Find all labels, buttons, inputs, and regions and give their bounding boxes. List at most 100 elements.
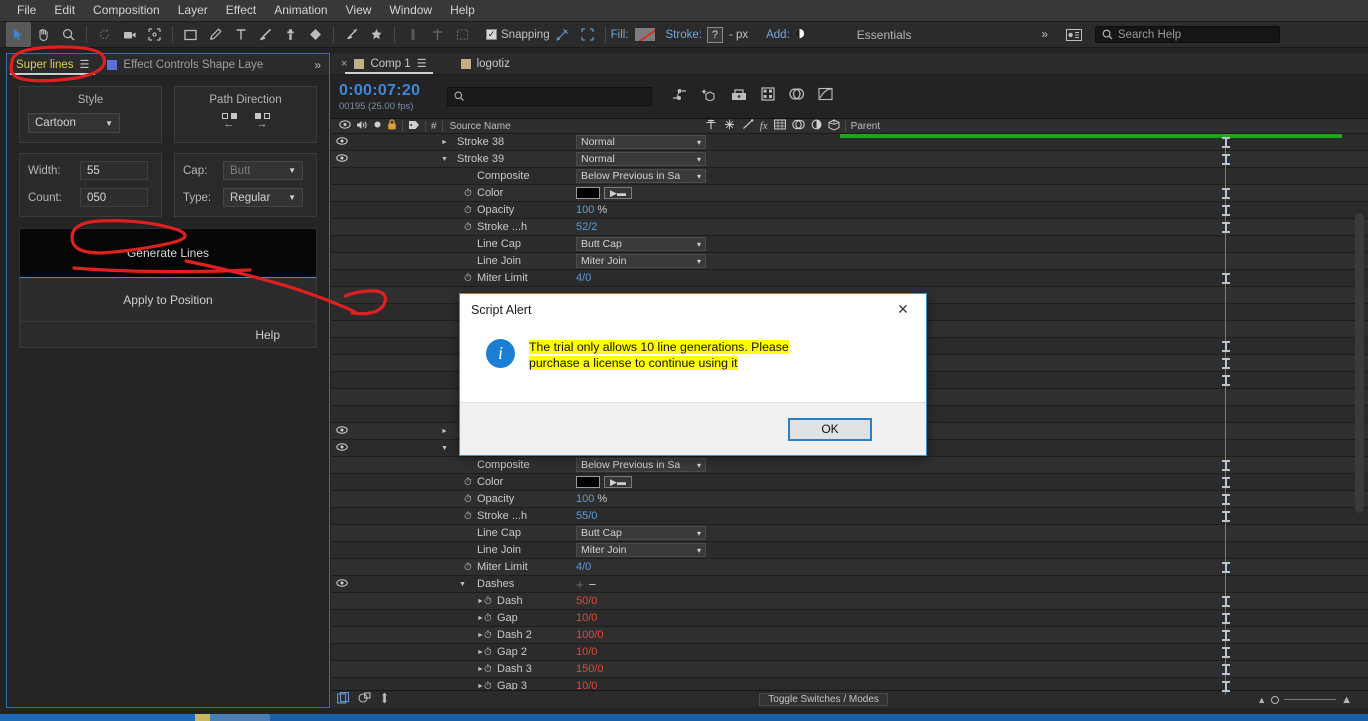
keyframe-marker[interactable]	[1222, 647, 1230, 658]
pen-tool-icon[interactable]	[203, 22, 228, 47]
apply-to-position-button[interactable]: Apply to Position	[19, 278, 317, 322]
stroke-swatch[interactable]: ?	[706, 26, 723, 43]
menu-item-window[interactable]: Window	[380, 0, 441, 21]
keyframe-marker[interactable]	[1222, 375, 1230, 386]
row-value[interactable]: 100 %	[576, 493, 607, 505]
dashes-add-remove[interactable]: + −	[576, 577, 596, 592]
generate-lines-button[interactable]: Generate Lines	[19, 228, 317, 278]
lock-column-icon[interactable]	[387, 119, 397, 133]
table-row[interactable]: Composite Below Previous in Sa ▾	[331, 168, 1368, 185]
tab-comp-1[interactable]: × Comp 1 ☰	[331, 53, 437, 74]
table-row[interactable]: ⏱ Stroke ...h 52/2	[331, 219, 1368, 236]
3d-renderer-icon[interactable]	[731, 88, 747, 106]
keyframe-marker[interactable]	[1222, 477, 1230, 488]
menu-item-edit[interactable]: Edit	[45, 0, 84, 21]
snapping-toggle[interactable]: ✓ Snapping	[486, 29, 550, 41]
keyframe-marker[interactable]	[1222, 511, 1230, 522]
twirl-right-icon[interactable]: ►	[477, 615, 484, 622]
draft-3d-icon[interactable]	[358, 691, 371, 709]
row-color-control[interactable]: ▶▬	[576, 476, 632, 488]
eyedropper-icon[interactable]: ▶▬	[604, 187, 632, 199]
keyframe-marker[interactable]	[1222, 205, 1230, 216]
visibility-toggle[interactable]	[335, 426, 348, 436]
table-row[interactable]: ► ⏱ Gap 10/0	[331, 610, 1368, 627]
table-row[interactable]: ► ⏱ Gap 2 10/0	[331, 644, 1368, 661]
visibility-column-icon[interactable]	[339, 120, 351, 132]
tab-logotiz[interactable]: logotiz	[451, 53, 520, 74]
timeline-search-input[interactable]	[447, 87, 652, 106]
twirl-down-icon[interactable]: ▼	[441, 156, 448, 163]
stopwatch-icon[interactable]: ⏱	[464, 222, 472, 233]
keyframe-marker[interactable]	[1222, 681, 1230, 692]
camera-tool-icon[interactable]	[117, 22, 142, 47]
menu-item-layer[interactable]: Layer	[169, 0, 217, 21]
row-value[interactable]: 4/0	[576, 272, 591, 284]
tab-effect-controls[interactable]: Effect Controls Shape Laye	[98, 54, 272, 75]
color-swatch[interactable]	[576, 187, 600, 199]
solo-column-icon[interactable]	[373, 120, 382, 132]
row-value[interactable]: 52/2	[576, 221, 597, 233]
timeline-zoom-slider[interactable]: ▲ ▲	[1257, 694, 1352, 706]
menu-item-view[interactable]: View	[337, 0, 381, 21]
graph-curve-icon[interactable]	[818, 87, 833, 106]
layers-icon[interactable]	[789, 87, 805, 106]
twirl-right-icon[interactable]: ►	[477, 666, 484, 673]
table-row[interactable]: ⏱ Color ▶▬	[331, 185, 1368, 202]
path-direction-right-button[interactable]: →	[254, 113, 270, 130]
count-input[interactable]: 050	[80, 188, 148, 207]
fill-swatch[interactable]	[633, 27, 656, 42]
keyframe-marker[interactable]	[1222, 630, 1230, 641]
row-color-control[interactable]: ▶▬	[576, 187, 632, 199]
toggle-switches-modes-button[interactable]: Toggle Switches / Modes	[759, 693, 888, 706]
stopwatch-icon[interactable]: ⏱	[464, 562, 472, 573]
twirl-right-icon[interactable]: ►	[441, 428, 448, 435]
zoom-in-icon[interactable]: ▲	[1341, 694, 1352, 706]
table-row[interactable]: Line Cap Butt Cap ▾	[331, 236, 1368, 253]
table-row[interactable]: ⏱ Opacity 100 %	[331, 202, 1368, 219]
path-direction-left-button[interactable]: ←	[221, 113, 237, 130]
keyframe-marker[interactable]	[1222, 154, 1230, 165]
row-value[interactable]: 100/0	[576, 629, 604, 641]
table-row[interactable]: ▼ Dashes + −	[331, 576, 1368, 593]
tab-super-lines[interactable]: Super lines ☰	[7, 54, 98, 75]
workspace-overflow-icon[interactable]: »	[1041, 29, 1047, 41]
table-row[interactable]: Line Join Miter Join ▾	[331, 542, 1368, 559]
timeline-vertical-scrollbar[interactable]	[1355, 213, 1364, 513]
row-value[interactable]: 10/0	[576, 646, 597, 658]
add-label[interactable]: Add:	[766, 29, 790, 41]
keyframe-marker[interactable]	[1222, 664, 1230, 675]
snap-pin-icon[interactable]	[550, 22, 575, 47]
visibility-toggle[interactable]	[335, 154, 348, 164]
style-dropdown[interactable]: Cartoon ▼	[28, 113, 120, 133]
type-dropdown[interactable]: Regular ▼	[223, 188, 303, 207]
table-row[interactable]: ▼ Stroke 39 Normal ▾	[331, 151, 1368, 168]
twirl-right-icon[interactable]: ►	[477, 598, 484, 605]
keyframe-marker[interactable]	[1222, 562, 1230, 573]
keyframe-marker[interactable]	[1222, 358, 1230, 369]
eraser-tool-icon[interactable]	[303, 22, 328, 47]
row-dropdown[interactable]: Butt Cap ▾	[576, 526, 706, 540]
keyframe-marker[interactable]	[1222, 613, 1230, 624]
stopwatch-icon[interactable]: ⏱	[464, 494, 472, 505]
selection-tool-icon[interactable]	[6, 22, 31, 47]
twirl-down-icon[interactable]: ▼	[459, 581, 466, 588]
stopwatch-icon[interactable]: ⏱	[464, 477, 472, 488]
table-row[interactable]: Line Join Miter Join ▾	[331, 253, 1368, 270]
table-row[interactable]: ⏱ Miter Limit 4/0	[331, 559, 1368, 576]
type-tool-icon[interactable]	[228, 22, 253, 47]
row-value[interactable]: 150/0	[576, 663, 604, 675]
comp-mini-flowchart-icon[interactable]	[337, 691, 350, 709]
visibility-toggle[interactable]	[335, 137, 348, 147]
footage-icon[interactable]	[761, 87, 775, 106]
graph-editor-icon[interactable]	[672, 88, 687, 106]
twirl-right-icon[interactable]: ►	[477, 632, 484, 639]
keyframe-marker[interactable]	[1222, 460, 1230, 471]
row-dropdown[interactable]: Below Previous in Sa ▾	[576, 458, 706, 472]
hide-shy-layers-icon[interactable]	[379, 691, 390, 709]
keyframe-marker[interactable]	[1222, 596, 1230, 607]
table-row[interactable]: ► ⏱ Dash 50/0	[331, 593, 1368, 610]
color-swatch[interactable]	[576, 476, 600, 488]
twirl-down-icon[interactable]: ▼	[441, 445, 448, 452]
row-value[interactable]: 50/0	[576, 595, 597, 607]
panel-overflow-icon[interactable]: »	[306, 54, 329, 75]
